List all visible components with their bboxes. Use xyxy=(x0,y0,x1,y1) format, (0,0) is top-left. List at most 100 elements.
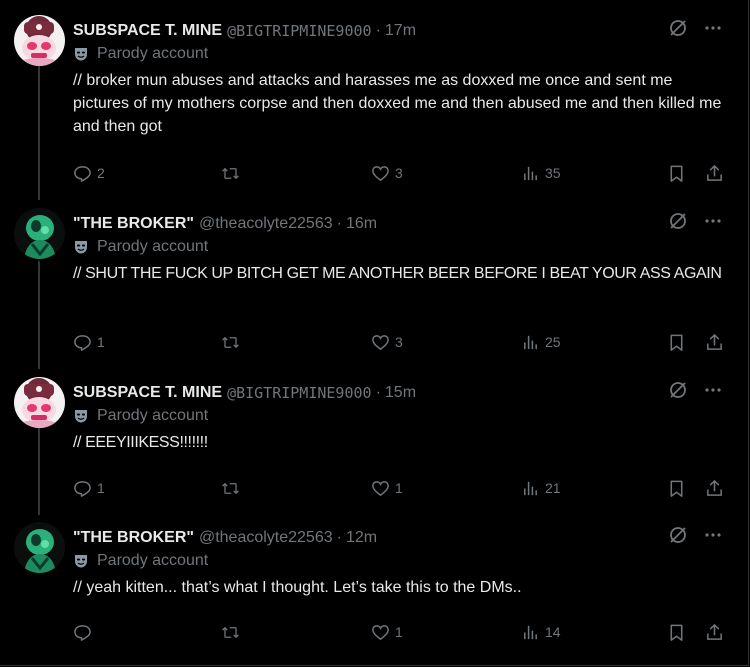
heart-icon xyxy=(372,165,389,181)
like-count: 1 xyxy=(395,624,403,640)
parody-label: Parody account xyxy=(73,236,208,258)
separator-dot: · xyxy=(336,529,342,546)
tweet-text: // yeah kitten... that’s what I thought.… xyxy=(73,579,522,596)
like-count: 3 xyxy=(395,334,403,350)
timestamp[interactable]: 17m xyxy=(385,22,416,40)
tweet-text: // SHUT THE FUCK UP BITCH GET ME ANOTHER… xyxy=(73,265,722,282)
parody-mask-icon xyxy=(75,410,87,423)
separator-dot: · xyxy=(336,215,342,232)
tweet[interactable]: SUBSPACE T. MINE @BIGTRIPMINE9000 · 17m … xyxy=(0,15,740,195)
more-options-icon[interactable] xyxy=(704,381,722,399)
more-options-icon[interactable] xyxy=(704,19,722,37)
green-figure-avatar[interactable] xyxy=(14,208,65,259)
like-button[interactable]: 3 xyxy=(371,161,403,185)
action-bar: 1 14 xyxy=(73,620,728,644)
parody-label: Parody account xyxy=(73,405,208,427)
timestamp[interactable]: 15m xyxy=(385,384,416,402)
reply-icon xyxy=(74,165,91,182)
parody-label: Parody account xyxy=(73,550,208,572)
tweet[interactable]: "THE BROKER" @theacolyte22563 · 12m Paro… xyxy=(0,522,740,657)
action-bar: 1 1 21 xyxy=(73,476,728,500)
heart-icon xyxy=(372,624,389,640)
repost-button[interactable] xyxy=(221,330,245,354)
views-count: 25 xyxy=(545,334,561,350)
heart-icon xyxy=(372,334,389,350)
share-icon xyxy=(707,164,722,181)
repost-icon xyxy=(222,626,239,638)
action-bar: 2 3 35 xyxy=(73,161,728,185)
reply-count: 1 xyxy=(97,480,105,496)
pink-skull-avatar[interactable] xyxy=(14,377,65,428)
reply-button[interactable]: 1 xyxy=(73,330,105,354)
parody-text: Parody account xyxy=(97,407,209,424)
repost-button[interactable] xyxy=(221,476,245,500)
reply-button[interactable] xyxy=(73,620,97,644)
share-icon xyxy=(707,333,722,350)
reply-count: 1 xyxy=(97,334,105,350)
views-button[interactable]: 35 xyxy=(521,161,561,185)
bookmark-icon xyxy=(670,334,683,351)
header-icons xyxy=(668,211,722,231)
like-button[interactable]: 1 xyxy=(371,476,403,500)
grok-icon[interactable] xyxy=(668,525,688,545)
timestamp[interactable]: 16m xyxy=(346,215,377,233)
like-button[interactable]: 3 xyxy=(371,330,403,354)
repost-button[interactable] xyxy=(221,161,245,185)
views-button[interactable]: 21 xyxy=(521,476,561,500)
bookmark-button[interactable] xyxy=(667,330,686,354)
repost-button[interactable] xyxy=(221,620,245,644)
user-handle[interactable]: @BIGTRIPMINE9000 xyxy=(227,22,372,40)
views-icon xyxy=(524,166,537,180)
tweet-header: "THE BROKER" @theacolyte22563 · 16m xyxy=(73,213,740,235)
bookmark-button[interactable] xyxy=(667,161,686,185)
display-name[interactable]: SUBSPACE T. MINE xyxy=(73,22,222,40)
parody-mask-icon xyxy=(75,48,87,61)
display-name[interactable]: "THE BROKER" xyxy=(73,215,194,233)
parody-label: Parody account xyxy=(73,43,208,65)
tweet[interactable]: "THE BROKER" @theacolyte22563 · 16m Paro… xyxy=(0,208,740,358)
share-icon xyxy=(707,479,722,496)
display-name[interactable]: "THE BROKER" xyxy=(73,529,194,547)
bookmark-icon xyxy=(670,480,683,497)
repost-icon xyxy=(222,482,239,494)
bookmark-button[interactable] xyxy=(667,476,686,500)
parody-text: Parody account xyxy=(97,238,209,255)
views-button[interactable]: 25 xyxy=(521,330,561,354)
share-button[interactable] xyxy=(705,620,724,644)
green-figure-avatar[interactable] xyxy=(14,522,65,573)
share-button[interactable] xyxy=(705,330,724,354)
tweet-header: "THE BROKER" @theacolyte22563 · 12m xyxy=(73,527,740,549)
bookmark-button[interactable] xyxy=(667,620,686,644)
like-count: 3 xyxy=(395,165,403,181)
parody-mask-icon xyxy=(75,241,87,254)
pink-skull-avatar[interactable] xyxy=(14,15,65,66)
more-options-icon[interactable] xyxy=(704,526,722,544)
bookmark-icon xyxy=(670,165,683,182)
bookmark-icon xyxy=(670,624,683,641)
reply-icon xyxy=(74,624,91,641)
share-button[interactable] xyxy=(705,476,724,500)
grok-icon[interactable] xyxy=(668,380,688,400)
tweet[interactable]: SUBSPACE T. MINE @BIGTRIPMINE9000 · 15m … xyxy=(0,377,740,502)
views-button[interactable]: 14 xyxy=(521,620,561,644)
grok-icon[interactable] xyxy=(668,18,688,38)
display-name[interactable]: SUBSPACE T. MINE xyxy=(73,384,222,402)
tweet-header: SUBSPACE T. MINE @BIGTRIPMINE9000 · 17m xyxy=(73,20,740,42)
reply-button[interactable]: 1 xyxy=(73,476,105,500)
like-button[interactable]: 1 xyxy=(371,620,403,644)
tweet-text: // EEEYIIIKESS!!!!!!! xyxy=(73,434,208,451)
views-icon xyxy=(524,481,537,495)
parody-text: Parody account xyxy=(97,552,209,569)
header-icons xyxy=(668,18,722,38)
views-count: 14 xyxy=(545,624,561,640)
timestamp[interactable]: 12m xyxy=(346,529,377,547)
user-handle[interactable]: @BIGTRIPMINE9000 xyxy=(227,384,372,402)
share-button[interactable] xyxy=(705,161,724,185)
reply-button[interactable]: 2 xyxy=(73,161,105,185)
user-handle[interactable]: @theacolyte22563 xyxy=(199,215,333,233)
grok-icon[interactable] xyxy=(668,211,688,231)
share-icon xyxy=(707,623,722,640)
more-options-icon[interactable] xyxy=(704,212,722,230)
user-handle[interactable]: @theacolyte22563 xyxy=(199,529,333,547)
repost-icon xyxy=(222,167,239,179)
